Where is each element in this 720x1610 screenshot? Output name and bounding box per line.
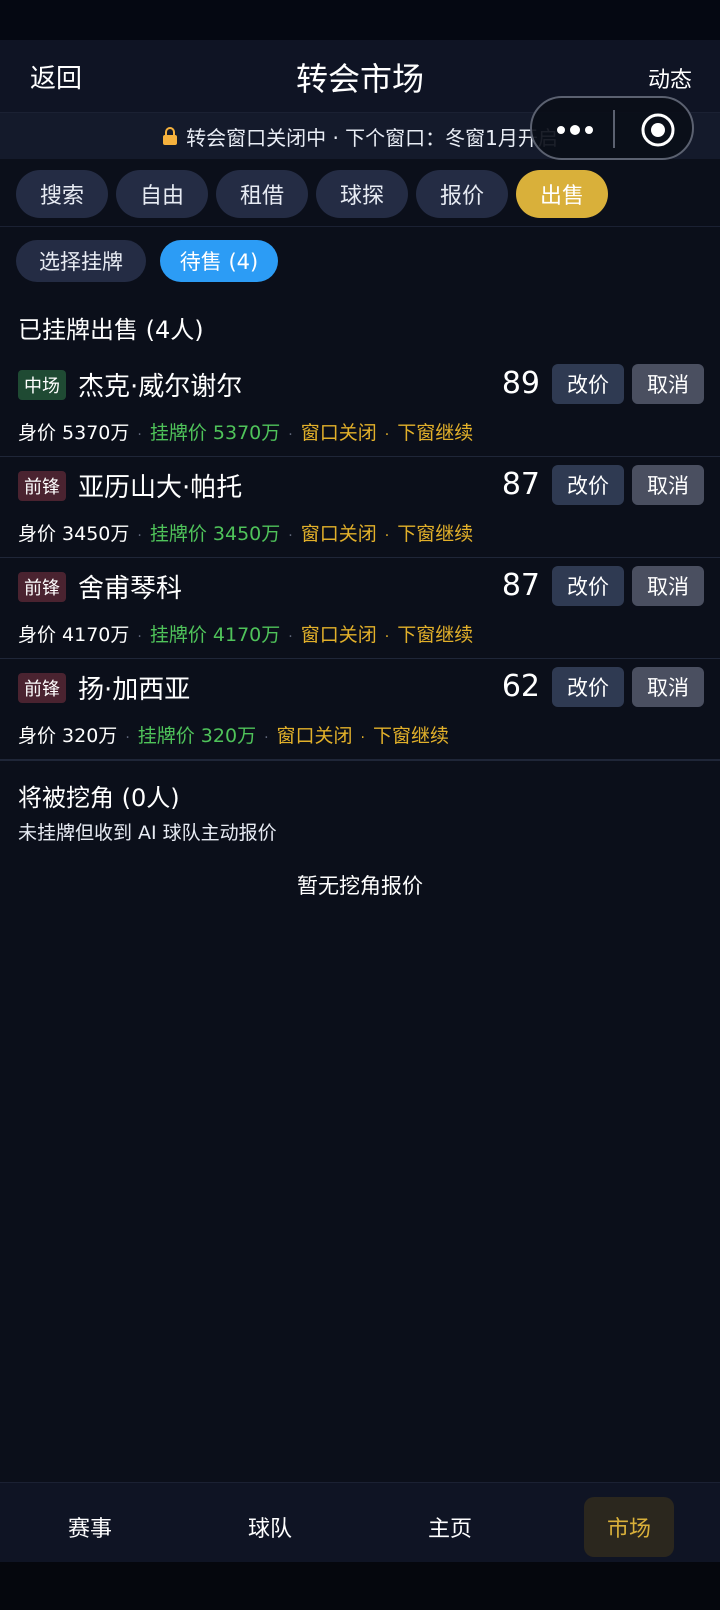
window-status: 窗口关闭: [300, 523, 377, 545]
nav-market[interactable]: 市场: [584, 1497, 674, 1557]
feed-button[interactable]: 动态: [648, 62, 692, 94]
player-meta: 身价 320万 · 挂牌价 320万 · 窗口关闭 · 下窗继续: [18, 725, 450, 747]
cancel-listing-button[interactable]: 取消: [632, 667, 704, 707]
cancel-listing-button[interactable]: 取消: [632, 465, 704, 505]
subtab-pending-sale[interactable]: 待售 (4): [160, 240, 278, 282]
player-rating: 87: [501, 467, 540, 502]
tab-scout[interactable]: 球探: [316, 170, 408, 218]
edit-price-button[interactable]: 改价: [552, 465, 624, 505]
status-bar-area: [0, 0, 720, 40]
tab-loan[interactable]: 租借: [216, 170, 308, 218]
player-name: 亚历山大·帕托: [78, 473, 243, 503]
market-tabs: 搜索 自由 租借 球探 报价 出售: [0, 160, 720, 227]
nav-home[interactable]: 主页: [405, 1497, 495, 1557]
notice-text: 转会窗口关闭中 · 下个窗口：冬窗1月开启: [186, 125, 558, 150]
listing-price: 挂牌价 320万: [137, 725, 257, 747]
tab-search[interactable]: 搜索: [16, 170, 108, 218]
market-value: 身价 5370万: [18, 422, 130, 444]
tab-sell[interactable]: 出售: [516, 170, 608, 218]
lock-icon: [163, 127, 178, 145]
next-window-status: 下窗继续: [373, 725, 450, 747]
next-window-status: 下窗继续: [397, 523, 474, 545]
poached-section-title: 将被挖角 (0人): [18, 784, 180, 812]
cancel-listing-button[interactable]: 取消: [632, 566, 704, 606]
more-icon[interactable]: [556, 120, 596, 140]
player-rating: 89: [501, 366, 540, 401]
cancel-listing-button[interactable]: 取消: [632, 364, 704, 404]
next-window-status: 下窗继续: [397, 422, 474, 444]
listed-section-title: 已挂牌出售 (4人): [18, 316, 204, 344]
nav-team[interactable]: 球队: [225, 1497, 315, 1557]
mini-program-capsule: [530, 96, 694, 160]
window-status: 窗口关闭: [300, 422, 377, 444]
position-badge: 前锋: [18, 572, 66, 602]
market-value: 身价 4170万: [18, 624, 130, 646]
listed-player-row[interactable]: 前锋 亚历山大·帕托 87 改价 取消 身价 3450万 · 挂牌价 3450万 · 窗…: [0, 457, 720, 558]
market-value: 身价 3450万: [18, 523, 130, 545]
close-target-icon[interactable]: [640, 112, 676, 148]
position-badge: 前锋: [18, 673, 66, 703]
window-status: 窗口关闭: [276, 725, 353, 747]
nav-matches[interactable]: 赛事: [45, 1497, 135, 1557]
edit-price-button[interactable]: 改价: [552, 566, 624, 606]
tab-offers[interactable]: 报价: [416, 170, 508, 218]
player-name: 扬·加西亚: [78, 675, 191, 705]
listed-player-row[interactable]: 前锋 舍甫琴科 87 改价 取消 身价 4170万 · 挂牌价 4170万 · 窗口关闭…: [0, 558, 720, 659]
market-value: 身价 320万: [18, 725, 118, 747]
page-title: 转会市场: [295, 60, 424, 98]
edit-price-button[interactable]: 改价: [552, 364, 624, 404]
position-badge: 中场: [18, 370, 66, 400]
listed-player-row[interactable]: 前锋 扬·加西亚 62 改价 取消 身价 320万 · 挂牌价 320万 · 窗口关闭 ·…: [0, 659, 720, 761]
empty-state-text: 暂无挖角报价: [297, 874, 423, 898]
player-rating: 87: [501, 568, 540, 603]
listing-price: 挂牌价 4170万: [149, 624, 281, 646]
position-badge: 前锋: [18, 471, 66, 501]
player-rating: 62: [501, 669, 540, 704]
poached-section-subtitle: 未挂牌但收到 AI 球队主动报价: [18, 822, 277, 844]
player-meta: 身价 4170万 · 挂牌价 4170万 · 窗口关闭 · 下窗继续: [18, 624, 474, 646]
bottom-navigation: 赛事 球队 主页 市场: [0, 1482, 720, 1563]
sell-subtabs: 选择挂牌 待售 (4): [0, 240, 720, 284]
listing-price: 挂牌价 3450万: [149, 523, 281, 545]
player-name: 舍甫琴科: [78, 574, 183, 604]
system-gesture-area: [0, 1562, 720, 1610]
capsule-divider: [613, 110, 615, 148]
subtab-select-listing[interactable]: 选择挂牌: [16, 240, 146, 282]
player-meta: 身价 3450万 · 挂牌价 3450万 · 窗口关闭 · 下窗继续: [18, 523, 474, 545]
listed-player-row[interactable]: 中场 杰克·威尔谢尔 89 改价 取消 身价 5370万 · 挂牌价 5370万 · 窗…: [0, 356, 720, 457]
window-status: 窗口关闭: [300, 624, 377, 646]
player-meta: 身价 5370万 · 挂牌价 5370万 · 窗口关闭 · 下窗继续: [18, 422, 474, 444]
listing-price: 挂牌价 5370万: [149, 422, 281, 444]
player-name: 杰克·威尔谢尔: [78, 372, 243, 402]
edit-price-button[interactable]: 改价: [552, 667, 624, 707]
tab-free[interactable]: 自由: [116, 170, 208, 218]
next-window-status: 下窗继续: [397, 624, 474, 646]
